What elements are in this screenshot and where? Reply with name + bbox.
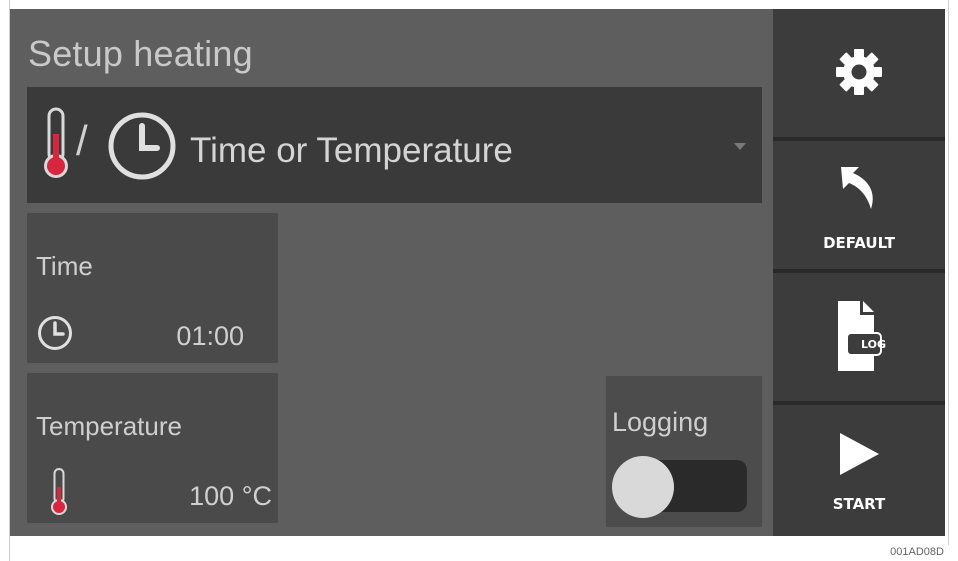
temperature-setting-card[interactable]: Temperature 100 °C: [27, 373, 278, 523]
mode-separator: /: [76, 117, 88, 164]
logging-toggle[interactable]: [612, 456, 747, 518]
settings-button[interactable]: [773, 9, 945, 137]
start-button[interactable]: START: [773, 405, 945, 536]
heating-mode-select[interactable]: / Time or Temperature: [27, 87, 762, 203]
clock-icon: [107, 111, 177, 186]
temperature-value: 100 °C: [189, 481, 272, 511]
gear-icon: [834, 47, 884, 102]
play-icon: [837, 431, 881, 482]
page-title: Setup heating: [28, 33, 253, 74]
mode-select-value: Time or Temperature: [190, 131, 513, 170]
time-value: 01:00: [176, 321, 244, 351]
logging-label: Logging: [612, 407, 709, 437]
thermometer-icon: [41, 106, 71, 187]
start-button-label: START: [832, 495, 886, 513]
default-button[interactable]: DEFAULT: [773, 141, 945, 269]
figure-id: 001AD08D: [890, 546, 944, 558]
log-badge-text: LOG: [861, 338, 886, 351]
logging-panel: Logging: [606, 376, 762, 527]
toggle-knob: [612, 456, 674, 518]
time-label: Time: [36, 251, 93, 281]
undo-arrow-icon: [837, 163, 881, 216]
clock-icon: [37, 315, 73, 356]
temperature-label: Temperature: [36, 411, 182, 441]
dropdown-caret-icon: [734, 143, 746, 150]
log-button[interactable]: LOG: [773, 273, 945, 401]
frame-border-right: [948, 0, 949, 545]
default-button-label: DEFAULT: [823, 234, 895, 252]
setup-heating-screen: Setup heating / Time or Temperature Time: [10, 9, 773, 536]
action-sidebar: DEFAULT LOG START: [773, 9, 945, 536]
thermometer-icon: [49, 467, 69, 522]
time-setting-card[interactable]: Time 01:00: [27, 213, 278, 363]
